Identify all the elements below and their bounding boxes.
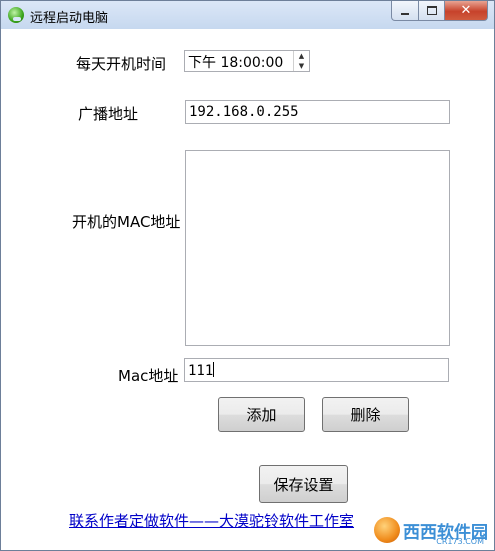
mac-input-value: 111	[188, 363, 214, 379]
form-area: 每天开机时间 下午 18:00:00 ▲ ▼ 广播地址 192.168.0.25…	[8, 29, 488, 543]
title-bar[interactable]: 远程启动电脑 ✕	[1, 1, 494, 29]
maximize-button[interactable]	[419, 1, 445, 21]
main-window: 远程启动电脑 ✕ 每天开机时间 下午 18:00:00 ▲ ▼ 广播地址 192…	[0, 0, 495, 551]
spin-down-icon[interactable]: ▼	[294, 61, 309, 71]
broadcast-label: 广播地址	[78, 105, 139, 123]
watermark-logo-icon	[374, 517, 400, 543]
minimize-icon	[401, 12, 409, 15]
boot-time-value: 下午 18:00:00	[188, 55, 284, 71]
app-icon	[8, 7, 24, 23]
watermark-domain: CR173.COM	[436, 537, 484, 546]
mac-list-textarea[interactable]	[185, 150, 450, 346]
window-controls: ✕	[391, 1, 488, 21]
contact-author-link[interactable]: 联系作者定做软件——大漠驼铃软件工作室	[69, 510, 354, 531]
spin-up-icon[interactable]: ▲	[294, 51, 309, 61]
mac-input[interactable]: 111	[184, 358, 449, 382]
boot-time-label: 每天开机时间	[76, 55, 167, 73]
add-button[interactable]: 添加	[218, 397, 305, 432]
minimize-button[interactable]	[391, 1, 419, 21]
window-title: 远程启动电脑	[30, 11, 109, 26]
save-settings-button[interactable]: 保存设置	[259, 465, 348, 503]
maximize-icon	[426, 6, 437, 15]
broadcast-input[interactable]: 192.168.0.255	[185, 100, 450, 124]
time-spinner[interactable]: ▲ ▼	[293, 51, 309, 71]
boot-time-picker[interactable]: 下午 18:00:00 ▲ ▼	[184, 50, 310, 72]
text-caret	[213, 362, 215, 377]
close-icon: ✕	[460, 3, 472, 18]
mac-input-label: Mac地址	[118, 367, 179, 385]
site-watermark: 西西软件园 CR173.COM	[374, 516, 488, 546]
delete-button[interactable]: 删除	[322, 397, 409, 432]
close-button[interactable]: ✕	[445, 1, 488, 21]
mac-list-label: 开机的MAC地址	[72, 213, 181, 231]
